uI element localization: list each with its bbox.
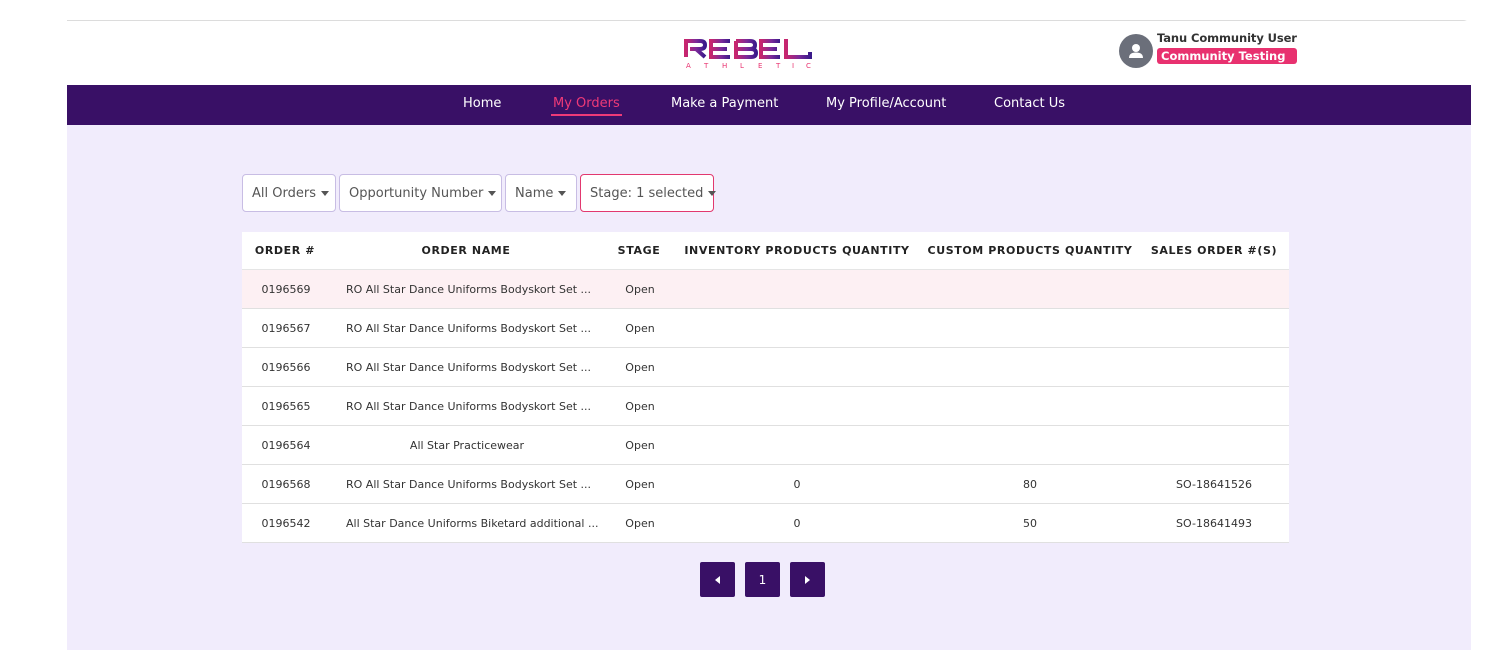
col-stage[interactable]: STAGE xyxy=(618,244,661,257)
cell-order-number[interactable]: 0196569 xyxy=(262,283,311,296)
cell-order-name: All Star Dance Uniforms Biketard additio… xyxy=(346,517,599,530)
cell-stage: Open xyxy=(625,283,655,296)
table-row[interactable]: 0196565 RO All Star Dance Uniforms Bodys… xyxy=(242,387,1289,426)
table-row[interactable]: 0196564 All Star Practicewear Open xyxy=(242,426,1289,465)
cell-stage: Open xyxy=(625,478,655,491)
user-info: Tanu Community User Community Testing xyxy=(1157,31,1297,64)
user-menu[interactable]: Tanu Community User Community Testing xyxy=(1119,31,1297,71)
svg-text:E: E xyxy=(758,62,762,70)
cell-order-name: All Star Practicewear xyxy=(409,439,525,452)
filter-name-label: Name xyxy=(515,185,554,201)
nav-home[interactable]: Home xyxy=(463,96,501,111)
page: A T H L E T I C Tanu Community User Community… xyxy=(0,0,1491,650)
user-avatar-icon xyxy=(1119,34,1153,68)
rebel-athletic-logo[interactable]: ATH LET IC xyxy=(682,36,814,70)
svg-text:L: L xyxy=(740,62,744,70)
caret-down-icon xyxy=(488,190,497,196)
svg-text:C: C xyxy=(806,62,811,70)
nav-my-orders[interactable]: My Orders xyxy=(551,96,622,116)
nav-contact-us[interactable]: Contact Us xyxy=(994,96,1065,111)
orders-table: ORDER # ORDER NAME STAGE INVENTORY PRODU… xyxy=(242,232,1289,543)
nav-my-orders-label: My Orders xyxy=(553,96,620,111)
cell-stage: Open xyxy=(625,439,655,452)
cell-order-name: RO All Star Dance Uniforms Bodyskort Set… xyxy=(346,322,592,335)
table-row[interactable]: 0196568 RO All Star Dance Uniforms Bodys… xyxy=(242,465,1289,504)
table-row[interactable]: 0196566 RO All Star Dance Uniforms Bodys… xyxy=(242,348,1289,387)
main-nav: Home My Orders Make a Payment My Profile… xyxy=(67,85,1471,125)
filter-opportunity-number[interactable]: Opportunity Number xyxy=(339,174,502,212)
cell-inventory-qty: 0 xyxy=(793,517,801,530)
cell-stage: Open xyxy=(625,517,655,530)
col-order-name[interactable]: ORDER NAME xyxy=(422,244,511,257)
filter-opportunity-number-label: Opportunity Number xyxy=(349,185,484,201)
chevron-left-icon xyxy=(715,575,720,584)
cell-order-number[interactable]: 0196566 xyxy=(262,361,311,374)
header: A T H L E T I C Tanu Community User Community… xyxy=(67,21,1471,85)
cell-order-name: RO All Star Dance Uniforms Bodyskort Set… xyxy=(346,400,592,413)
svg-text:I: I xyxy=(792,62,794,70)
cell-inventory-qty: 0 xyxy=(793,478,801,491)
nav-make-payment[interactable]: Make a Payment xyxy=(671,96,778,111)
user-name: Tanu Community User xyxy=(1157,31,1297,45)
table-row[interactable]: 0196542 All Star Dance Uniforms Biketard… xyxy=(242,504,1289,543)
filter-all-orders-label: All Orders xyxy=(252,185,316,201)
nav-profile-account[interactable]: My Profile/Account xyxy=(826,96,946,111)
table-row[interactable]: 0196569 RO All Star Dance Uniforms Bodys… xyxy=(242,270,1289,309)
page-number-button[interactable]: 1 xyxy=(745,562,780,597)
table-header: ORDER # ORDER NAME STAGE INVENTORY PRODU… xyxy=(242,232,1289,270)
filter-all-orders[interactable]: All Orders xyxy=(242,174,336,212)
col-inventory-qty[interactable]: INVENTORY PRODUCTS QUANTITY xyxy=(684,244,909,257)
caret-down-icon xyxy=(708,190,717,196)
filter-name[interactable]: Name xyxy=(505,174,577,212)
cell-order-name: RO All Star Dance Uniforms Bodyskort Set… xyxy=(346,478,592,491)
col-order-number[interactable]: ORDER # xyxy=(255,244,315,257)
active-underline xyxy=(551,114,622,116)
caret-down-icon xyxy=(320,190,329,196)
svg-text:T: T xyxy=(703,62,709,70)
cell-order-number[interactable]: 0196565 xyxy=(262,400,311,413)
cell-stage: Open xyxy=(625,322,655,335)
next-page-button[interactable] xyxy=(790,562,825,597)
cell-order-name: RO All Star Dance Uniforms Bodyskort Set… xyxy=(346,361,592,374)
cell-sales-order: SO-18641526 xyxy=(1176,478,1252,491)
page-frame: A T H L E T I C Tanu Community User Community… xyxy=(67,20,1471,650)
cell-stage: Open xyxy=(625,400,655,413)
col-custom-qty[interactable]: CUSTOM PRODUCTS QUANTITY xyxy=(928,244,1133,257)
cell-order-number[interactable]: 0196564 xyxy=(262,439,311,452)
main-content: All Orders Opportunity Number Name Stage… xyxy=(67,125,1471,650)
caret-down-icon xyxy=(558,190,567,196)
filter-stage[interactable]: Stage: 1 selected xyxy=(580,174,717,212)
cell-order-number[interactable]: 0196568 xyxy=(262,478,311,491)
cell-custom-qty: 50 xyxy=(1023,517,1037,530)
user-role-badge: Community Testing xyxy=(1157,48,1297,64)
cell-order-number[interactable]: 0196567 xyxy=(262,322,311,335)
cell-order-name: RO All Star Dance Uniforms Bodyskort Set… xyxy=(346,283,592,296)
chevron-right-icon xyxy=(805,575,810,584)
col-sales-orders[interactable]: SALES ORDER #(S) xyxy=(1151,244,1277,257)
table-row[interactable]: 0196567 RO All Star Dance Uniforms Bodys… xyxy=(242,309,1289,348)
svg-text:T: T xyxy=(775,62,781,70)
cell-order-number[interactable]: 0196542 xyxy=(262,517,311,530)
cell-sales-order: SO-18641493 xyxy=(1176,517,1252,530)
svg-text:A: A xyxy=(686,62,691,70)
cell-custom-qty: 80 xyxy=(1023,478,1037,491)
svg-text:H: H xyxy=(722,62,727,70)
filter-stage-label: Stage: 1 selected xyxy=(590,185,704,201)
prev-page-button[interactable] xyxy=(700,562,735,597)
cell-stage: Open xyxy=(625,361,655,374)
